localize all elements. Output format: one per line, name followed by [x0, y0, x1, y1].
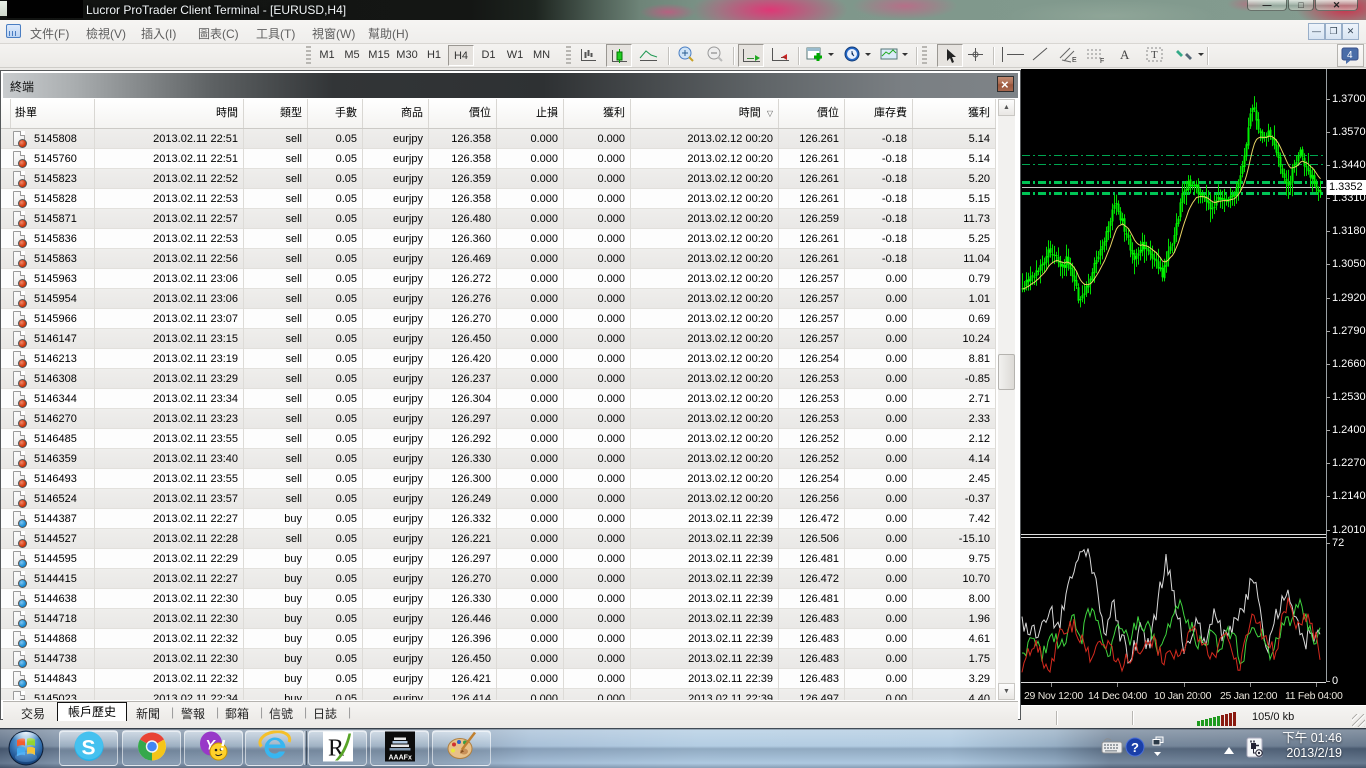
- svg-text:F: F: [1100, 58, 1104, 65]
- svg-text:R: R: [328, 736, 344, 762]
- svg-text:T: T: [1151, 49, 1158, 61]
- svg-text:S: S: [81, 737, 95, 760]
- svg-text:?: ?: [1131, 740, 1139, 755]
- svg-text:AAAFx: AAAFx: [388, 755, 411, 762]
- svg-text:A: A: [1120, 47, 1130, 62]
- svg-text:E: E: [1072, 57, 1077, 64]
- svg-text:4: 4: [1347, 50, 1353, 61]
